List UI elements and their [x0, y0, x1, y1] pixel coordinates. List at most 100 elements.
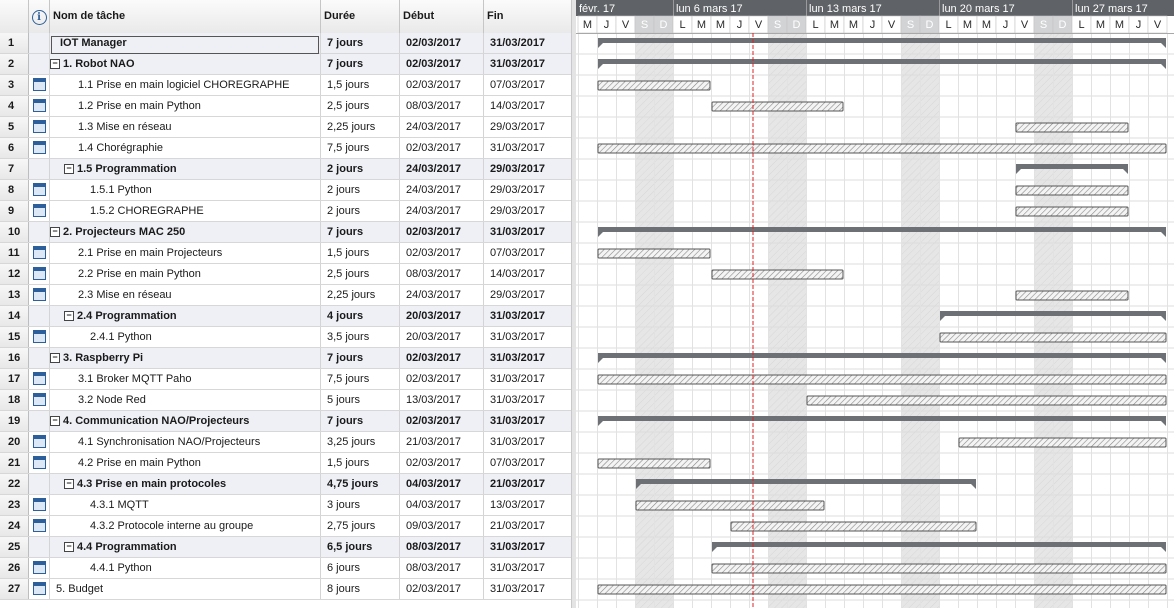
- task-bar[interactable]: [711, 101, 844, 112]
- week-label[interactable]: févr. 17: [579, 3, 615, 15]
- start-cell[interactable]: 04/03/2017: [400, 495, 484, 515]
- summary-bar[interactable]: [598, 227, 1166, 232]
- task-bar[interactable]: [597, 80, 711, 91]
- table-row[interactable]: 16−3. Raspberry Pi 7 jours 02/03/2017 31/03…: [0, 348, 571, 369]
- end-cell[interactable]: 29/03/2017: [484, 180, 571, 200]
- start-cell[interactable]: 02/03/2017: [400, 579, 484, 599]
- task-name-cell[interactable]: 4.3.2 Protocole interne au groupe: [50, 516, 321, 536]
- row-id[interactable]: 15: [0, 327, 29, 347]
- end-cell[interactable]: 29/03/2017: [484, 159, 571, 179]
- task-name-cell[interactable]: 1.5.2 CHOREGRAPHE: [50, 201, 321, 221]
- task-name-cell[interactable]: 1.2 Prise en main Python: [50, 96, 321, 116]
- duration-cell[interactable]: 2,75 jours: [321, 516, 400, 536]
- row-id[interactable]: 20: [0, 432, 29, 452]
- task-name-cell[interactable]: −4.4 Programmation: [50, 537, 321, 557]
- task-bar[interactable]: [597, 584, 1167, 595]
- duration-cell[interactable]: 7 jours: [321, 411, 400, 431]
- row-id[interactable]: 6: [0, 138, 29, 158]
- collapse-toggle-icon[interactable]: −: [50, 416, 60, 427]
- table-row[interactable]: 2−1. Robot NAO 7 jours 02/03/2017 31/03/201…: [0, 54, 571, 75]
- end-cell[interactable]: 31/03/2017: [484, 348, 571, 368]
- row-id[interactable]: 24: [0, 516, 29, 536]
- table-row[interactable]: 15 2.4.1 Python 3,5 jours 20/03/2017 31/03/2…: [0, 327, 571, 348]
- task-bar[interactable]: [1015, 185, 1129, 196]
- duration-cell[interactable]: 7,5 jours: [321, 369, 400, 389]
- table-row[interactable]: 22−4.3 Prise en main protocoles 4,75 jour…: [0, 474, 571, 495]
- start-cell[interactable]: 08/03/2017: [400, 558, 484, 578]
- task-name-cell[interactable]: 4.1 Synchronisation NAO/Projecteurs: [50, 432, 321, 452]
- week-label[interactable]: lun 20 mars 17: [942, 3, 1015, 15]
- collapse-toggle-icon[interactable]: −: [50, 227, 60, 238]
- duration-cell[interactable]: 2,5 jours: [321, 264, 400, 284]
- task-name-cell[interactable]: 3.2 Node Red: [50, 390, 321, 410]
- row-id[interactable]: 19: [0, 411, 29, 431]
- summary-bar[interactable]: [598, 38, 1166, 43]
- duration-cell[interactable]: 7,5 jours: [321, 138, 400, 158]
- end-cell[interactable]: 07/03/2017: [484, 453, 571, 473]
- duration-cell[interactable]: 6,5 jours: [321, 537, 400, 557]
- start-cell[interactable]: 24/03/2017: [400, 285, 484, 305]
- task-name-cell[interactable]: 2.3 Mise en réseau: [50, 285, 321, 305]
- end-cell[interactable]: 31/03/2017: [484, 579, 571, 599]
- end-cell[interactable]: 31/03/2017: [484, 306, 571, 326]
- table-row[interactable]: 4 1.2 Prise en main Python 2,5 jours 08/03/…: [0, 96, 571, 117]
- task-bar[interactable]: [597, 143, 1167, 154]
- end-cell[interactable]: 14/03/2017: [484, 264, 571, 284]
- task-name-cell[interactable]: −4. Communication NAO/Projecteurs: [50, 411, 321, 431]
- header-task-name[interactable]: Nom de tâche: [50, 0, 321, 33]
- task-name-cell[interactable]: 1.4 Chorégraphie: [50, 138, 321, 158]
- collapse-toggle-icon[interactable]: −: [64, 164, 74, 175]
- end-cell[interactable]: 29/03/2017: [484, 285, 571, 305]
- task-bar[interactable]: [597, 458, 711, 469]
- summary-bar[interactable]: [598, 416, 1166, 421]
- end-cell[interactable]: 07/03/2017: [484, 243, 571, 263]
- summary-bar[interactable]: [598, 59, 1166, 64]
- task-bar[interactable]: [939, 332, 1167, 343]
- start-cell[interactable]: 02/03/2017: [400, 243, 484, 263]
- task-name-cell[interactable]: 4.2 Prise en main Python: [50, 453, 321, 473]
- table-row[interactable]: 19 −4. Communication NAO/Projecteurs 7 jou…: [0, 411, 571, 432]
- header-end[interactable]: Fin: [484, 0, 571, 33]
- row-id[interactable]: 8: [0, 180, 29, 200]
- end-cell[interactable]: 21/03/2017: [484, 516, 571, 536]
- end-cell[interactable]: 29/03/2017: [484, 201, 571, 221]
- row-id[interactable]: 18: [0, 390, 29, 410]
- duration-cell[interactable]: 1,5 jours: [321, 75, 400, 95]
- collapse-toggle-icon[interactable]: −: [64, 479, 74, 490]
- start-cell[interactable]: 02/03/2017: [400, 75, 484, 95]
- start-cell[interactable]: 20/03/2017: [400, 306, 484, 326]
- collapse-toggle-icon[interactable]: −: [50, 59, 60, 70]
- duration-cell[interactable]: 7 jours: [321, 348, 400, 368]
- table-row[interactable]: 14−2.4 Programmation 4 jours 20/03/2017 31/…: [0, 306, 571, 327]
- task-bar[interactable]: [597, 374, 1167, 385]
- end-cell[interactable]: 31/03/2017: [484, 432, 571, 452]
- task-name-cell[interactable]: 1.5.1 Python: [50, 180, 321, 200]
- row-id[interactable]: 5: [0, 117, 29, 137]
- start-cell[interactable]: 13/03/2017: [400, 390, 484, 410]
- duration-cell[interactable]: 7 jours: [321, 54, 400, 74]
- start-cell[interactable]: 08/03/2017: [400, 264, 484, 284]
- table-row[interactable]: 25−4.4 Programmation 6,5 jours 08/03/2017 3…: [0, 537, 571, 558]
- start-cell[interactable]: 02/03/2017: [400, 348, 484, 368]
- duration-cell[interactable]: 3,25 jours: [321, 432, 400, 452]
- row-id[interactable]: 21: [0, 453, 29, 473]
- task-name-cell[interactable]: 1.1 Prise en main logiciel CHOREGRAPHE: [50, 75, 321, 95]
- start-cell[interactable]: 08/03/2017: [400, 96, 484, 116]
- row-id[interactable]: 9: [0, 201, 29, 221]
- duration-cell[interactable]: 5 jours: [321, 390, 400, 410]
- table-row[interactable]: 3 1.1 Prise en main logiciel CHOREGRAPHE 1…: [0, 75, 571, 96]
- end-cell[interactable]: 31/03/2017: [484, 369, 571, 389]
- row-id[interactable]: 27: [0, 579, 29, 599]
- end-cell[interactable]: 31/03/2017: [484, 222, 571, 242]
- start-cell[interactable]: 24/03/2017: [400, 159, 484, 179]
- end-cell[interactable]: 31/03/2017: [484, 138, 571, 158]
- table-row[interactable]: 5 1.3 Mise en réseau 2,25 jours 24/03/2017 2…: [0, 117, 571, 138]
- header-id[interactable]: [0, 0, 29, 33]
- summary-bar[interactable]: [940, 311, 1166, 316]
- start-cell[interactable]: 02/03/2017: [400, 222, 484, 242]
- task-name-cell[interactable]: 5. Budget: [50, 579, 321, 599]
- row-id[interactable]: 17: [0, 369, 29, 389]
- duration-cell[interactable]: 2,5 jours: [321, 96, 400, 116]
- start-cell[interactable]: 24/03/2017: [400, 117, 484, 137]
- table-row[interactable]: 13 2.3 Mise en réseau 2,25 jours 24/03/2017…: [0, 285, 571, 306]
